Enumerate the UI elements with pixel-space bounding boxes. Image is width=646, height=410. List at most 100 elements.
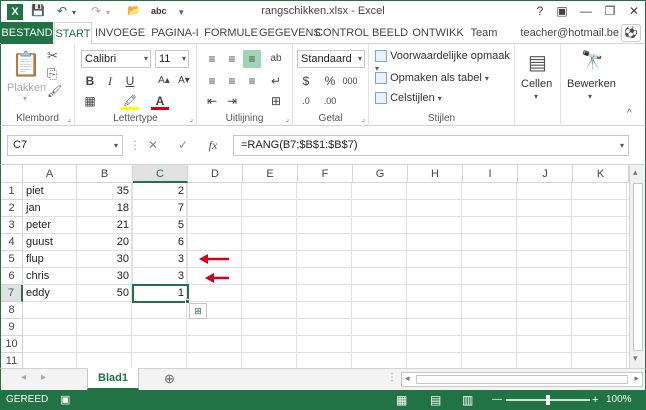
number-launcher-icon[interactable]: ⌟ xyxy=(361,114,365,123)
scroll-left-icon[interactable]: ◂ xyxy=(405,373,410,384)
align-middle-icon[interactable]: ≡ xyxy=(223,50,241,68)
column-header-d[interactable]: D xyxy=(188,165,243,183)
excel-logo-icon[interactable]: X xyxy=(7,4,23,20)
row-header[interactable]: 2 xyxy=(1,200,23,217)
cell-b5[interactable]: 30 xyxy=(77,251,133,268)
copy-icon[interactable]: ⎘ xyxy=(47,66,57,82)
alignment-launcher-icon[interactable]: ⌟ xyxy=(285,114,289,123)
paste-dropdown-icon[interactable]: ▾ xyxy=(23,94,27,103)
increase-decimal-icon[interactable]: .0 xyxy=(297,92,315,110)
macro-record-icon[interactable]: ▣ xyxy=(60,390,70,410)
clipboard-launcher-icon[interactable]: ⌟ xyxy=(67,114,71,123)
cancel-icon[interactable]: ✕ xyxy=(143,135,163,156)
cell-c5[interactable]: 3 xyxy=(133,251,188,268)
wrap-text-icon[interactable]: ↵ xyxy=(267,72,285,90)
worksheet-grid[interactable]: A B C D E F G H I J K 1 2 3 4 5 6 7 8 9 … xyxy=(0,164,646,368)
font-launcher-icon[interactable]: ⌟ xyxy=(189,114,193,123)
number-format-select[interactable]: Standaard ▾ xyxy=(297,50,365,68)
cells-group[interactable]: ▤ Cellen ▾ xyxy=(515,44,561,126)
row-header[interactable]: 5 xyxy=(1,251,23,268)
currency-icon[interactable]: $ xyxy=(297,72,315,90)
collapse-ribbon-icon[interactable]: ^ xyxy=(627,108,632,119)
help-icon[interactable]: ? xyxy=(529,3,551,19)
save-icon[interactable]: 💾 xyxy=(31,4,45,20)
tab-controleren[interactable]: CONTROL xyxy=(315,22,369,44)
font-name-select[interactable]: Calibri ▾ xyxy=(81,50,151,68)
cell-c4[interactable]: 6 xyxy=(133,234,188,251)
customize-toolbar-icon[interactable]: ▾ xyxy=(179,7,184,23)
enter-icon[interactable]: ✓ xyxy=(173,135,193,156)
select-all-button[interactable] xyxy=(1,165,23,183)
avatar[interactable]: ⚽ xyxy=(621,24,641,42)
zoom-slider-thumb[interactable] xyxy=(546,395,550,405)
cell-a7[interactable]: eddy xyxy=(23,285,77,302)
scroll-right-icon[interactable]: ▸ xyxy=(634,373,639,384)
undo-icon[interactable]: ↶ xyxy=(57,4,67,20)
cell-c6[interactable]: 3 xyxy=(133,268,188,285)
redo-icon[interactable]: ↷ xyxy=(91,4,101,20)
font-color-icon[interactable]: A xyxy=(151,92,169,110)
paste-icon[interactable]: 📋 xyxy=(11,50,41,79)
column-header-e[interactable]: E xyxy=(243,165,298,183)
shrink-font-icon[interactable]: A▾ xyxy=(175,72,193,90)
add-sheet-icon[interactable]: ⊕ xyxy=(164,371,175,387)
thousands-separator-icon[interactable]: 000 xyxy=(341,72,359,90)
row-header[interactable]: 1 xyxy=(1,183,23,200)
tab-team[interactable]: Team xyxy=(467,22,501,44)
tab-start[interactable]: START xyxy=(54,22,92,45)
cell-c1[interactable]: 2 xyxy=(133,183,188,200)
cell-a4[interactable]: guust xyxy=(23,234,77,251)
normal-view-icon[interactable]: ▦ xyxy=(396,390,407,410)
align-right-icon[interactable]: ≡ xyxy=(243,72,261,90)
insert-function-icon[interactable]: fx xyxy=(203,135,223,156)
quick-analysis-icon[interactable]: ⊞ xyxy=(189,303,207,319)
cut-icon[interactable]: ✂ xyxy=(47,48,58,64)
cell-b3[interactable]: 21 xyxy=(77,217,133,234)
format-painter-icon[interactable]: 🖌 xyxy=(47,84,62,98)
cell-b7[interactable]: 50 xyxy=(77,285,133,302)
row-header[interactable]: 9 xyxy=(1,319,23,336)
restore-icon[interactable]: ❐ xyxy=(599,3,621,19)
tab-invoegen[interactable]: INVOEGE xyxy=(93,22,147,44)
font-size-select[interactable]: 11 ▾ xyxy=(155,50,189,68)
decrease-decimal-icon[interactable]: .00 xyxy=(321,92,339,110)
next-sheet-icon[interactable]: ▸ xyxy=(41,372,46,383)
cell-a6[interactable]: chris xyxy=(23,268,77,285)
horizontal-scroll-thumb[interactable] xyxy=(416,375,628,384)
bold-button[interactable]: B xyxy=(81,72,99,90)
column-header-a[interactable]: A xyxy=(23,165,77,183)
close-icon[interactable]: ✕ xyxy=(623,3,645,19)
ribbon-display-icon[interactable]: ▣ xyxy=(551,3,573,19)
editing-group[interactable]: 🔭 Bewerken ▾ xyxy=(561,44,623,126)
column-header-k[interactable]: K xyxy=(573,165,629,183)
zoom-level[interactable]: 100% xyxy=(606,390,632,410)
horizontal-scrollbar[interactable]: ◂ ▸ xyxy=(401,372,643,387)
previous-sheet-icon[interactable]: ◂ xyxy=(21,372,26,383)
tab-bestand[interactable]: BESTAND xyxy=(1,22,53,44)
align-bottom-icon[interactable]: ≡ xyxy=(243,50,261,68)
increase-indent-icon[interactable]: ⇥ xyxy=(223,92,241,110)
open-file-icon[interactable]: 📂 xyxy=(127,4,141,20)
page-layout-view-icon[interactable]: ▤ xyxy=(430,390,441,410)
row-header[interactable]: 4 xyxy=(1,234,23,251)
tab-gegevens[interactable]: GEGEVENS xyxy=(259,22,321,44)
cell-b6[interactable]: 30 xyxy=(77,268,133,285)
cell-b4[interactable]: 20 xyxy=(77,234,133,251)
minimize-icon[interactable]: — xyxy=(575,3,597,19)
scroll-up-icon[interactable]: ▴ xyxy=(633,167,638,178)
align-top-icon[interactable]: ≡ xyxy=(203,50,221,68)
spelling-icon[interactable]: abc xyxy=(151,6,167,22)
vertical-scroll-thumb[interactable] xyxy=(633,183,643,351)
zoom-in-icon[interactable]: + xyxy=(592,390,598,410)
fill-color-icon[interactable]: 🖍 xyxy=(121,92,139,110)
vertical-scrollbar[interactable]: ▴ ▾ xyxy=(629,165,645,368)
zoom-out-icon[interactable]: — xyxy=(492,390,502,410)
page-break-view-icon[interactable]: ▥ xyxy=(462,390,473,410)
grow-font-icon[interactable]: A▴ xyxy=(155,72,173,90)
zoom-slider[interactable] xyxy=(506,395,590,405)
row-header[interactable]: 7 xyxy=(1,285,23,302)
tab-beeld[interactable]: BEELD xyxy=(369,22,411,44)
align-center-icon[interactable]: ≡ xyxy=(223,72,241,90)
formula-input[interactable]: =RANG(B7;$B$1:$B$7) ▾ xyxy=(233,135,629,156)
column-header-i[interactable]: I xyxy=(463,165,518,183)
